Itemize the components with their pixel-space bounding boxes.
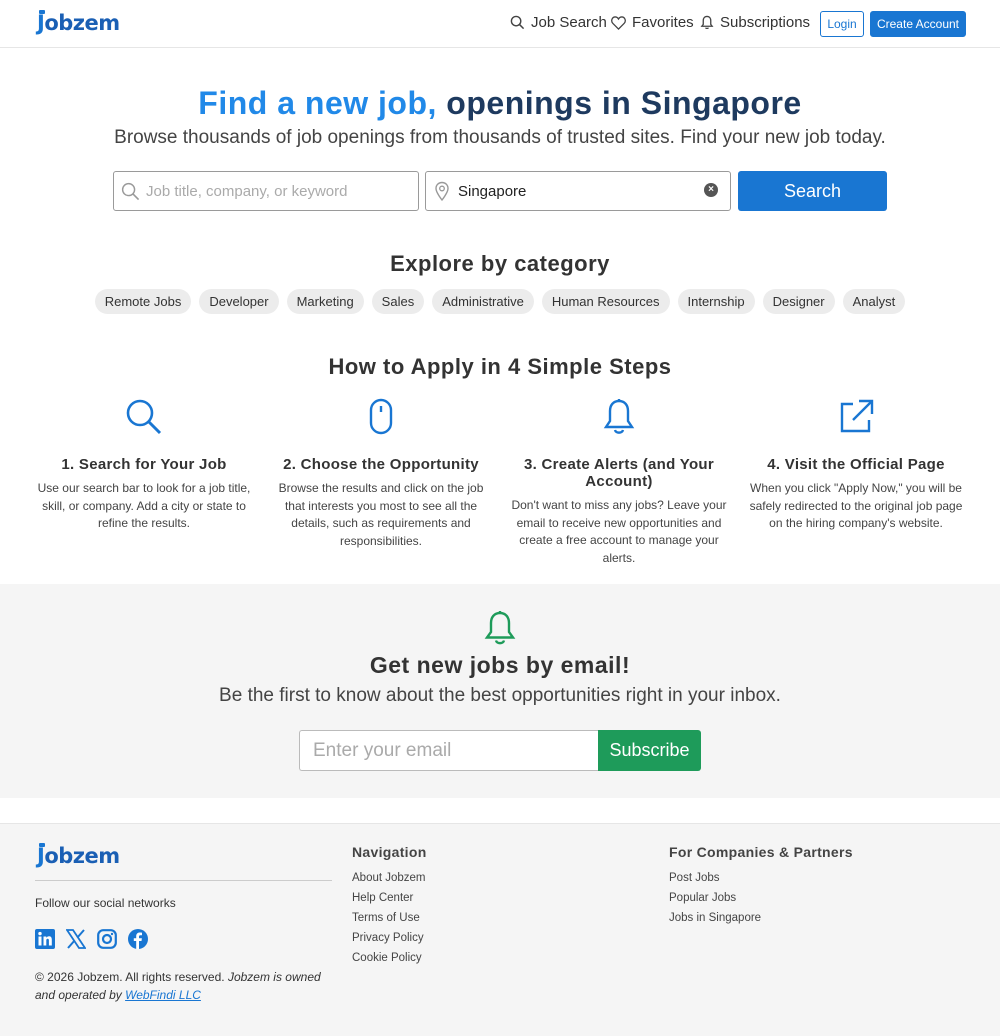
email-input[interactable] <box>299 730 599 771</box>
step-2: 2. Choose the Opportunity Browse the res… <box>271 395 491 550</box>
jobzem-logo[interactable]: Jobzem <box>37 843 120 868</box>
page-title: Find a new job, openings in Singapore <box>0 85 1000 122</box>
step-title: 3. Create Alerts (and Your Account) <box>523 456 715 490</box>
follow-text: Follow our social networks <box>35 896 176 910</box>
search-icon <box>121 182 140 201</box>
heart-icon <box>611 15 626 30</box>
category-chip[interactable]: Internship <box>677 289 755 314</box>
clear-location-icon[interactable]: × <box>704 183 718 197</box>
external-link-icon <box>840 399 874 433</box>
subscribe-button[interactable]: Subscribe <box>598 730 701 771</box>
keyword-search-box[interactable] <box>113 171 419 211</box>
copyright: © 2026 Jobzem. All rights reserved. Jobz… <box>35 969 325 1004</box>
facebook-icon[interactable] <box>128 929 148 949</box>
step-title: 2. Choose the Opportunity <box>283 456 479 473</box>
category-chip[interactable]: Developer <box>199 289 279 314</box>
search-button[interactable]: Search <box>738 171 887 211</box>
categories-heading: Explore by category <box>390 251 610 276</box>
step-text: Browse the results and click on the job … <box>278 481 484 548</box>
category-chip[interactable]: Administrative <box>432 289 534 314</box>
newsletter-section: Get new jobs by email! Be the first to k… <box>0 584 1000 798</box>
location-search-box[interactable]: × <box>425 171 731 211</box>
create-account-button[interactable]: Create Account <box>870 11 966 37</box>
navigation-links: About Jobzem Help Center Terms of Use Pr… <box>352 868 426 968</box>
login-button[interactable]: Login <box>820 11 864 37</box>
bell-icon <box>603 399 635 434</box>
category-chip[interactable]: Remote Jobs <box>94 289 192 314</box>
step-text: Don't want to miss any jobs? Leave your … <box>511 498 727 565</box>
step-title: 1. Search for Your Job <box>61 456 227 473</box>
category-chips: Remote Jobs Developer Marketing Sales Ad… <box>0 289 1000 314</box>
category-chip[interactable]: Analyst <box>842 289 906 314</box>
footer-link[interactable]: Privacy Policy <box>352 928 426 948</box>
search-icon <box>126 399 162 435</box>
partners-links: Post Jobs Popular Jobs Jobs in Singapore <box>669 868 761 928</box>
newsletter-title: Get new jobs by email! <box>369 652 631 678</box>
title-accent: Find a new job, <box>198 85 437 121</box>
divider <box>35 880 332 881</box>
nav-job-search-label: Job Search <box>531 14 607 31</box>
partners-heading: For Companies & Partners <box>669 844 853 860</box>
step-4: 4. Visit the Official Page When you clic… <box>746 395 966 533</box>
mouse-icon <box>369 398 393 435</box>
step-text: Use our search bar to look for a job tit… <box>37 481 251 530</box>
footer-link[interactable]: Post Jobs <box>669 868 761 888</box>
site-header: Jobzem Job Search Favorites Subscription… <box>0 0 1000 48</box>
step-title: 4. Visit the Official Page <box>767 456 945 473</box>
category-chip[interactable]: Human Resources <box>541 289 670 314</box>
nav-subscriptions-label: Subscriptions <box>720 14 811 31</box>
nav-favorites[interactable]: Favorites <box>611 14 694 31</box>
bell-icon <box>700 15 714 30</box>
jobzem-logo[interactable]: Jobzem <box>37 10 120 35</box>
location-pin-icon <box>435 181 449 201</box>
footer-link[interactable]: Terms of Use <box>352 908 426 928</box>
footer-link[interactable]: Popular Jobs <box>669 888 761 908</box>
category-chip[interactable]: Sales <box>371 289 425 314</box>
copyright-text: © 2026 Jobzem. All rights reserved. <box>35 970 225 984</box>
search-icon <box>510 15 525 30</box>
bell-icon <box>484 611 516 645</box>
category-chip[interactable]: Marketing <box>286 289 364 314</box>
keyword-input[interactable] <box>146 172 412 210</box>
step-1: 1. Search for Your Job Use our search ba… <box>34 395 254 533</box>
footer-link[interactable]: Cookie Policy <box>352 948 426 968</box>
page-subtitle: Browse thousands of job openings from th… <box>114 127 886 148</box>
x-icon[interactable] <box>66 929 86 949</box>
linkedin-icon[interactable] <box>35 929 55 949</box>
location-input[interactable] <box>458 172 698 210</box>
owner-link[interactable]: WebFindi LLC <box>125 988 201 1002</box>
nav-job-search[interactable]: Job Search <box>510 14 607 31</box>
title-rest: openings in Singapore <box>436 85 802 121</box>
nav-subscriptions[interactable]: Subscriptions <box>700 14 810 31</box>
newsletter-subtitle: Be the first to know about the best oppo… <box>219 685 781 706</box>
site-footer: Jobzem Follow our social networks © 2026… <box>0 823 1000 1036</box>
footer-link[interactable]: About Jobzem <box>352 868 426 888</box>
nav-favorites-label: Favorites <box>632 14 694 31</box>
category-chip[interactable]: Designer <box>762 289 835 314</box>
step-3: 3. Create Alerts (and Your Account) Don'… <box>509 395 729 567</box>
social-links <box>35 929 148 949</box>
footer-link[interactable]: Jobs in Singapore <box>669 908 761 928</box>
steps-heading: How to Apply in 4 Simple Steps <box>328 354 672 379</box>
navigation-heading: Navigation <box>352 844 427 860</box>
step-text: When you click "Apply Now," you will be … <box>749 481 963 530</box>
footer-link[interactable]: Help Center <box>352 888 426 908</box>
instagram-icon[interactable] <box>97 929 117 949</box>
